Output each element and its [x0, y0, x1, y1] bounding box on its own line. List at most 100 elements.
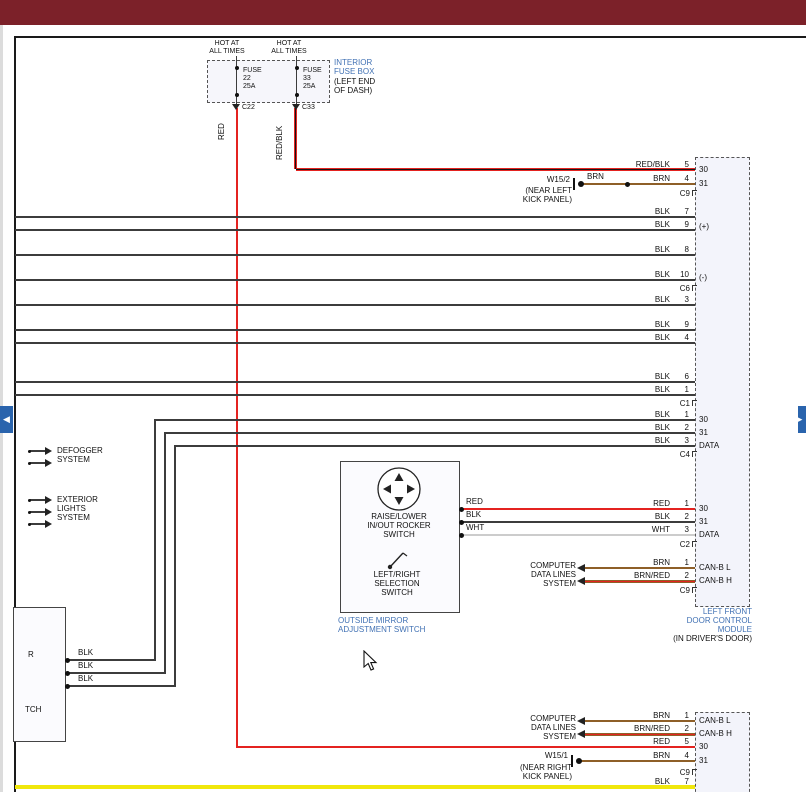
junction-dot — [459, 507, 464, 512]
wire-blk-pin10[interactable] — [15, 279, 695, 281]
junction-dot — [28, 499, 31, 502]
ground-bar-w151[interactable] — [571, 755, 573, 767]
ground-bar-w152[interactable] — [573, 178, 575, 190]
pin-number: 4 — [676, 751, 689, 760]
left-arrowhead-icon — [577, 564, 585, 572]
pin-number: 3 — [676, 295, 689, 304]
down-arrowhead-icon — [292, 104, 300, 110]
pin-wire-label: BLK — [598, 270, 670, 279]
wire-color-label-blk: BLK — [78, 661, 93, 670]
pin-number: 5 — [676, 160, 689, 169]
wire-blk-pin4[interactable] — [15, 342, 695, 344]
connector-tick — [692, 285, 697, 291]
wire-redblk-vertical[interactable] — [294, 108, 297, 169]
pin-wire-label: BLK — [598, 320, 670, 329]
wire-blk-data1-h[interactable] — [154, 419, 695, 421]
wire-blk-pin6[interactable] — [15, 381, 695, 383]
wire-fuse1-stub[interactable] — [236, 56, 237, 108]
wire-blk-data1-v[interactable] — [154, 419, 156, 661]
module-inner-label: 31 — [699, 756, 708, 765]
wire-fuse2-stub[interactable] — [296, 56, 297, 108]
pin-number: 1 — [676, 385, 689, 394]
wire-blk-pin3a[interactable] — [15, 304, 695, 306]
pin-wire-label: WHT — [598, 525, 670, 534]
wire-red-bottom-horizontal[interactable] — [237, 746, 695, 748]
computer-data-lines-label: COMPUTER DATA LINES SYSTEM — [504, 714, 576, 741]
wire-red-mirror[interactable] — [460, 508, 695, 510]
fuse-terminal-dot — [235, 66, 239, 70]
left-arrowhead-icon — [577, 730, 585, 738]
module-inner-label: 31 — [699, 517, 708, 526]
wire-blk-pin7[interactable] — [15, 216, 695, 218]
wire-blk-data3-v[interactable] — [174, 445, 176, 687]
next-page-button[interactable]: ▶ — [798, 406, 806, 433]
wire-brnred-canbh-1[interactable] — [584, 580, 695, 583]
wire-brn-ground-w152[interactable] — [580, 183, 695, 185]
pin-wire-label: BRN/RED — [598, 571, 670, 580]
junction-dot — [28, 511, 31, 514]
wire-blk-switch1-h[interactable] — [66, 659, 156, 661]
fuse-box-location: (LEFT END OF DASH) — [334, 77, 375, 95]
wire-red-main-vertical[interactable] — [236, 108, 238, 748]
wire-color-label-blk: BLK — [78, 648, 93, 657]
pin-number: 5 — [676, 737, 689, 746]
ground-location-label: (NEAR RIGHT KICK PANEL) — [496, 763, 572, 781]
connector-label: C9 — [659, 586, 690, 595]
wire-blk-pin8[interactable] — [15, 254, 695, 256]
down-arrowhead-icon — [232, 104, 240, 110]
wire-blk-data2-h[interactable] — [164, 432, 695, 434]
prev-page-button[interactable]: ◀ — [0, 406, 13, 433]
pin-number: 2 — [676, 571, 689, 580]
pin-wire-label: BLK — [598, 220, 670, 229]
junction-dot — [65, 658, 70, 663]
exterior-lights-system-label: EXTERIOR LIGHTS SYSTEM — [57, 495, 98, 522]
mirror-switch-caption: OUTSIDE MIRROR ADJUSTMENT SWITCH — [338, 616, 425, 634]
fuse-terminal-dot — [235, 93, 239, 97]
wire-blk-pin9b[interactable] — [15, 329, 695, 331]
right-arrow-icon: ▶ — [798, 415, 802, 424]
pin-wire-label: BLK — [598, 512, 670, 521]
connector-label: C1 — [659, 399, 690, 408]
wire-wht-mirror[interactable] — [460, 534, 695, 536]
pin-number: 1 — [676, 558, 689, 567]
ground-location-label: (NEAR LEFT KICK PANEL) — [498, 186, 572, 204]
pin-number: 7 — [676, 777, 689, 786]
wire-yel-highlighted[interactable] — [15, 785, 695, 789]
wire-blk-pin9a[interactable] — [15, 229, 695, 231]
wire-color-label-redblk: RED/BLK — [275, 126, 284, 160]
rocker-switch-label: RAISE/LOWER IN/OUT ROCKER SWITCH — [349, 512, 449, 539]
wire-blk-pin1a[interactable] — [15, 394, 695, 396]
pin-wire-label: BLK — [598, 295, 670, 304]
module-inner-label: CAN-B L — [699, 716, 731, 725]
wire-blk-mirror[interactable] — [460, 521, 695, 523]
junction-dot — [459, 520, 464, 525]
pin-wire-label: BLK — [598, 207, 670, 216]
wire-blk-switch2-h[interactable] — [66, 672, 166, 674]
wire-blk-switch3-h[interactable] — [66, 685, 176, 687]
wire-blk-data3-h[interactable] — [174, 445, 695, 447]
wire-brn-canbl-1[interactable] — [584, 567, 695, 569]
connector-label-c33: C33 — [302, 104, 315, 112]
module-inner-label: 30 — [699, 742, 708, 751]
connector-tick — [692, 587, 697, 593]
wire-brn-canbl-2[interactable] — [584, 720, 695, 722]
pin-wire-label: BRN/RED — [598, 724, 670, 733]
module-inner-label: (-) — [699, 273, 707, 282]
wire-color-label-blk: BLK — [78, 674, 93, 683]
connector-label: C6 — [659, 284, 690, 293]
ground-dot — [578, 181, 584, 187]
connector-label-c22: C22 — [242, 104, 255, 112]
hot-at-label: HOT AT ALL TIMES — [259, 40, 319, 56]
connector-label: C4 — [659, 450, 690, 459]
pin-number: 1 — [676, 410, 689, 419]
wire-brn-ground-w151[interactable] — [578, 760, 695, 762]
pin-number: 4 — [676, 174, 689, 183]
module-inner-label: (+) — [699, 222, 709, 231]
pin-number: 3 — [676, 525, 689, 534]
right-arrowhead-icon — [45, 496, 52, 504]
wire-brnred-canbh-2[interactable] — [584, 733, 695, 736]
right-arrowhead-icon — [45, 520, 52, 528]
wire-blk-data2-v[interactable] — [164, 432, 166, 674]
right-arrowhead-icon — [45, 508, 52, 516]
pin-number: 7 — [676, 207, 689, 216]
